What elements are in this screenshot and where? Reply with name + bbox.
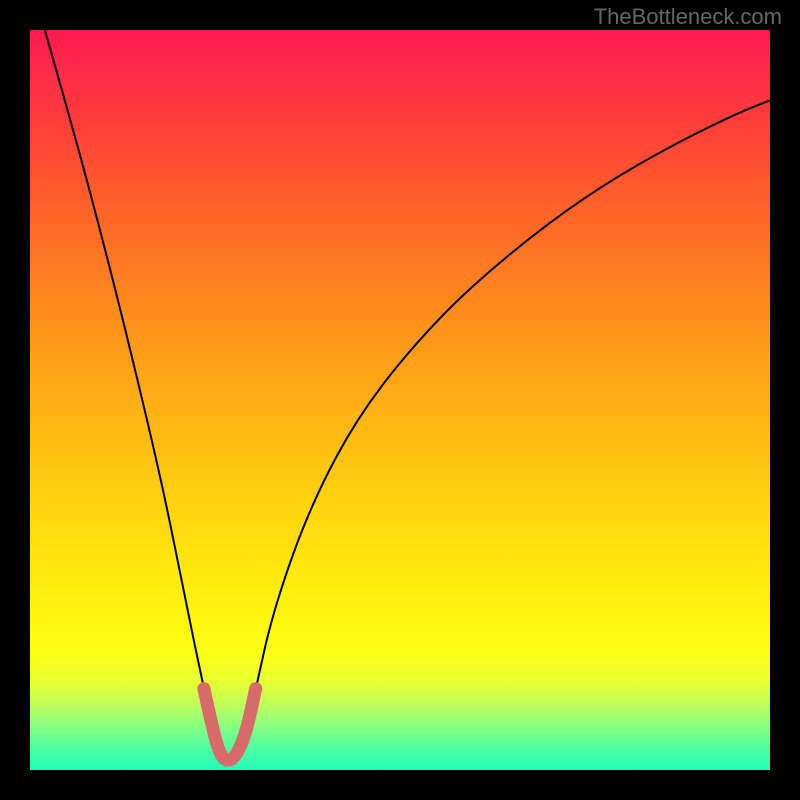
curve-svg xyxy=(30,30,770,770)
bottleneck-curve xyxy=(45,30,770,762)
watermark-text: TheBottleneck.com xyxy=(594,4,782,30)
valley-highlight xyxy=(204,689,256,760)
plot-area xyxy=(30,30,770,770)
